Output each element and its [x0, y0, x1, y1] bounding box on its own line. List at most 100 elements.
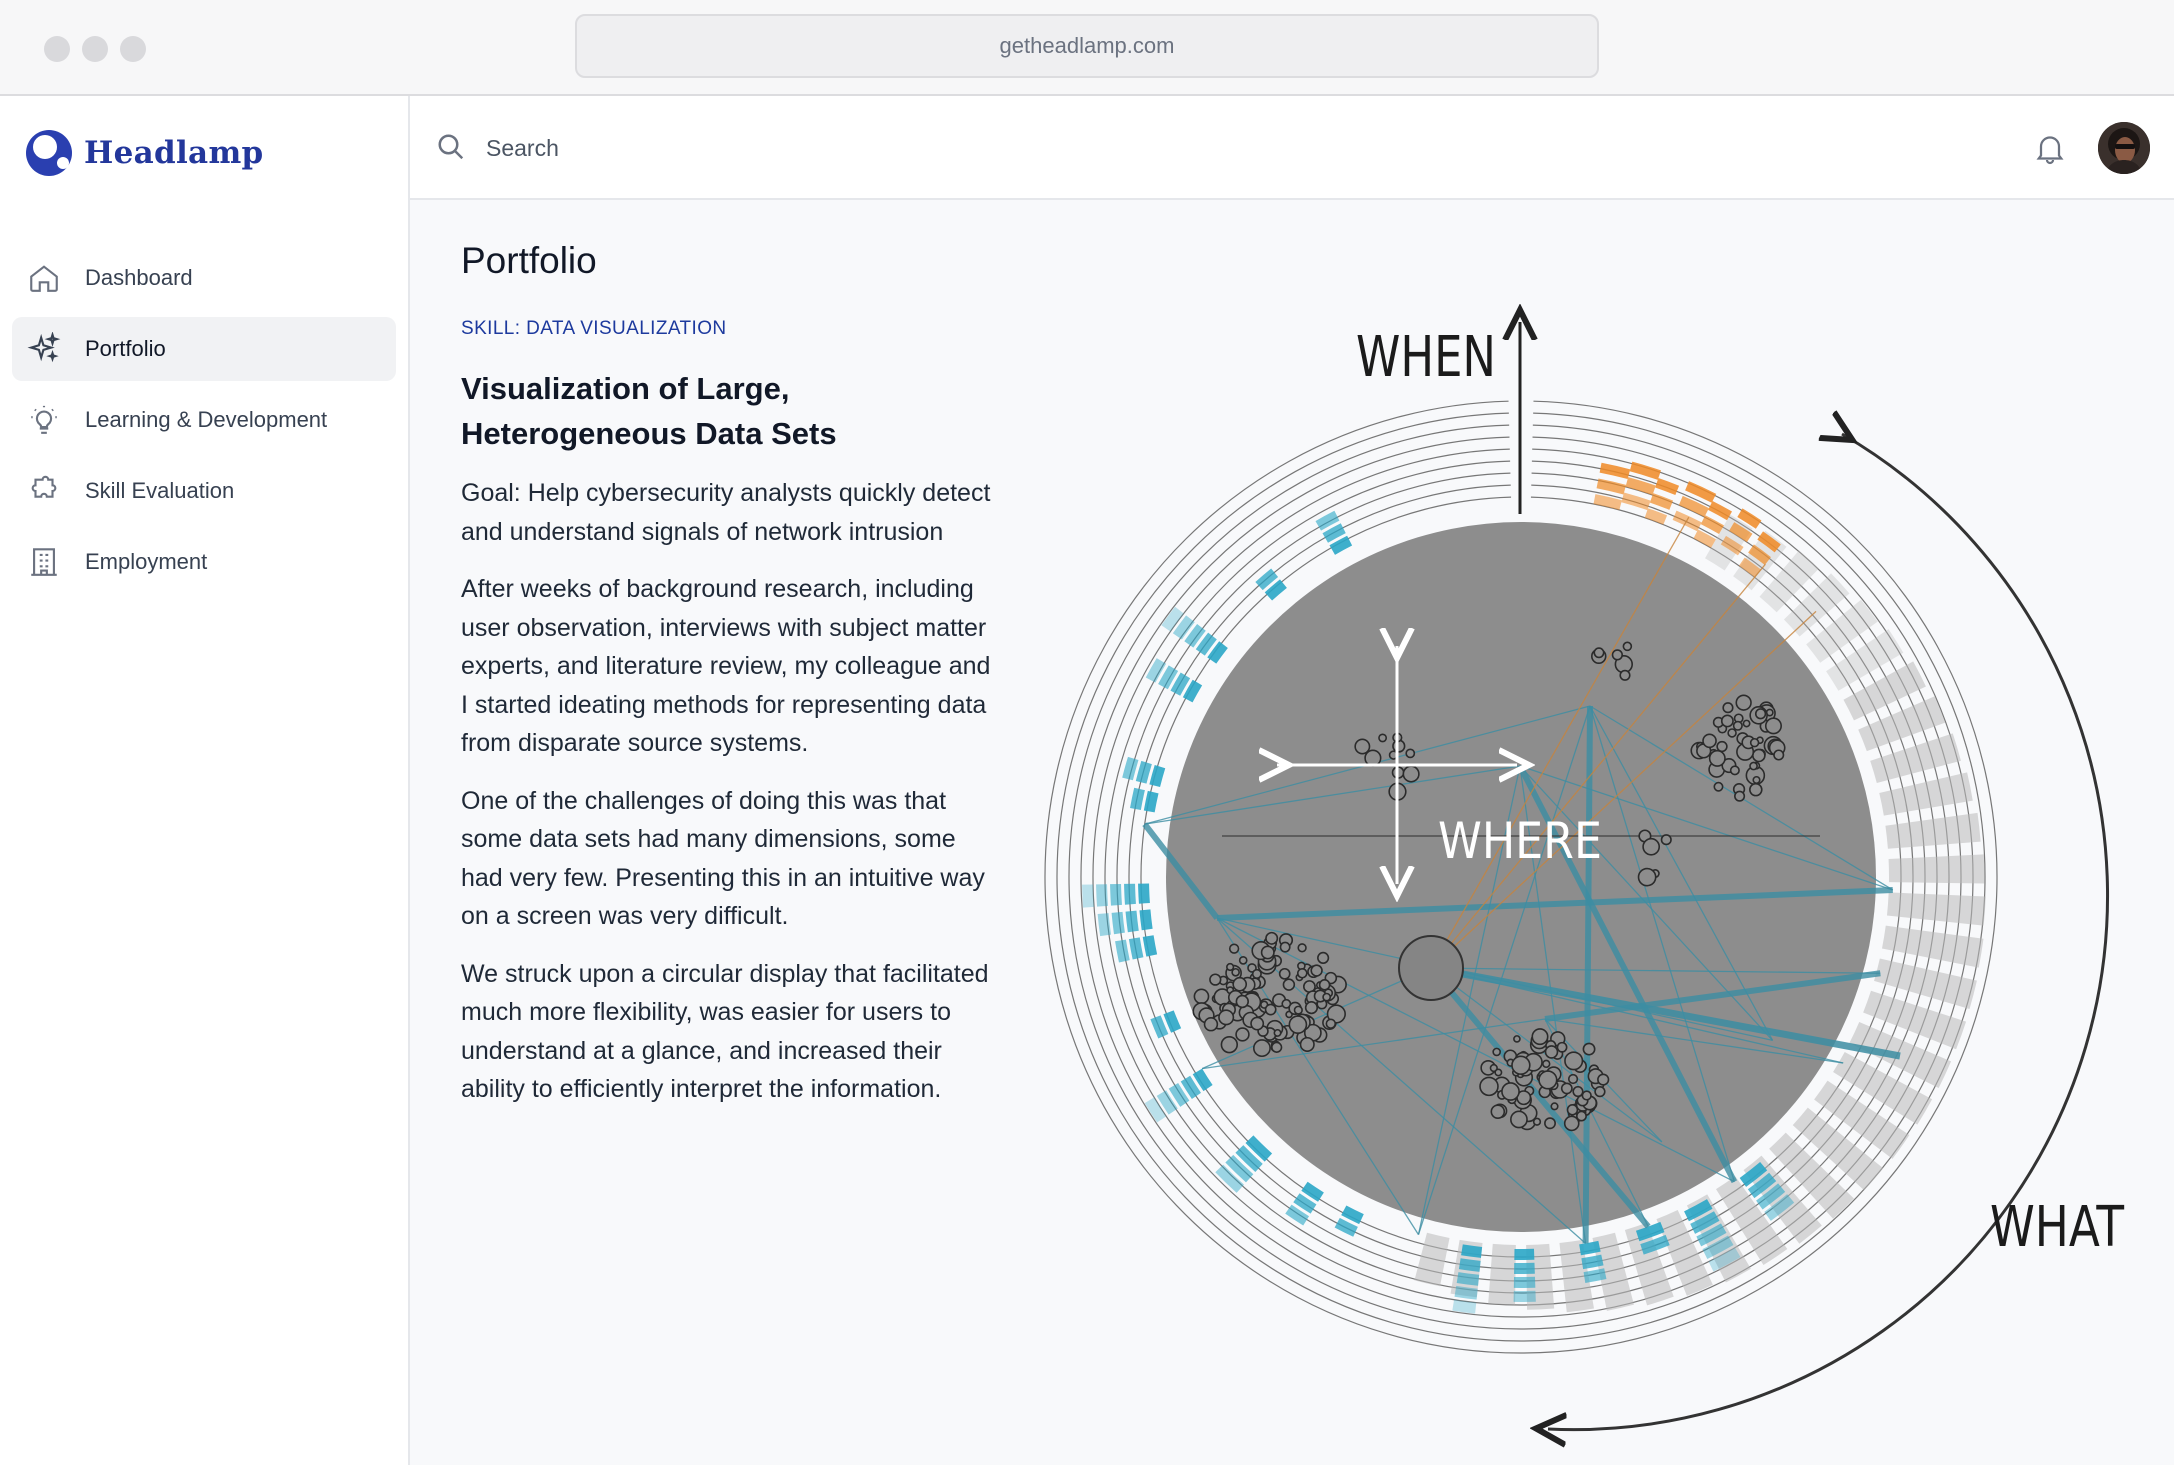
network-node: [1492, 1047, 1501, 1057]
network-node: [1494, 1068, 1503, 1077]
network-node: [1501, 1082, 1520, 1101]
network-node: [1556, 1041, 1568, 1053]
orange-segment: [1625, 477, 1656, 496]
network-node: [1727, 728, 1737, 738]
sidebar-item-portfolio[interactable]: Portfolio: [12, 317, 396, 381]
network-node: [1542, 1059, 1551, 1069]
network-node: [1402, 765, 1420, 783]
sidebar-item-learning-development[interactable]: Learning & Development: [12, 388, 396, 452]
network-node: [1749, 737, 1760, 748]
window-minimize-dot[interactable]: [82, 36, 108, 62]
blue-segment: [1128, 937, 1144, 960]
blue-segment: [1122, 756, 1139, 781]
search-icon: [438, 134, 464, 160]
network-node: [1581, 1090, 1592, 1101]
network-node: [1318, 979, 1331, 991]
network-node: [1732, 720, 1743, 731]
network-node: [1560, 1082, 1573, 1095]
bell-icon[interactable]: [2032, 130, 2068, 166]
blue-segment: [1149, 765, 1166, 788]
gray-segment: [1881, 925, 1984, 968]
network-node: [1594, 1085, 1606, 1098]
network-node: [1532, 1117, 1542, 1126]
top-bar: [410, 96, 2174, 200]
network-node: [1550, 1102, 1559, 1111]
sidebar-item-employment[interactable]: Employment: [12, 530, 396, 594]
network-node: [1354, 738, 1371, 755]
network-node: [1238, 956, 1248, 965]
blue-segment: [1111, 911, 1125, 935]
network-node: [1209, 973, 1222, 986]
blue-segment: [1135, 760, 1152, 784]
blue-segment: [1513, 1290, 1536, 1302]
network-node: [1296, 967, 1308, 979]
blue-segment: [1096, 884, 1109, 907]
network-node: [1490, 1104, 1506, 1119]
puzzle-icon: [26, 473, 62, 509]
address-bar[interactable]: getheadlamp.com: [575, 14, 1599, 78]
network-node: [1297, 943, 1307, 953]
window-maximize-dot[interactable]: [120, 36, 146, 62]
search-input[interactable]: [486, 126, 1086, 170]
network-node: [1288, 1015, 1308, 1034]
network-node: [1708, 749, 1726, 767]
network-node: [1637, 867, 1657, 887]
network-node: [1235, 994, 1249, 1009]
headlamp-logo[interactable]: Headlamp: [24, 126, 264, 180]
network-node: [1660, 834, 1672, 846]
blue-segment: [1143, 790, 1159, 813]
network-node: [1735, 694, 1752, 711]
network-node: [1702, 733, 1717, 749]
network-node: [1729, 765, 1740, 776]
orange-segment: [1599, 462, 1631, 480]
network-node: [1203, 1017, 1219, 1032]
window-close-dot[interactable]: [44, 36, 70, 62]
user-avatar[interactable]: [2098, 122, 2150, 174]
network-node: [1378, 733, 1388, 743]
network-node: [1405, 748, 1416, 759]
gray-segment: [1888, 854, 1985, 884]
network-node: [1231, 967, 1240, 977]
network-node: [1611, 649, 1624, 661]
network-node: [1278, 967, 1291, 980]
network-node: [1398, 935, 1464, 1001]
network-node: [1226, 962, 1235, 972]
network-node: [1622, 641, 1633, 652]
sidebar-item-label: Skill Evaluation: [85, 478, 235, 503]
network-node: [1749, 782, 1763, 797]
sidebar-nav: Dashboard Portfolio Learning & Developme…: [12, 246, 396, 601]
sidebar-item-label: Portfolio: [85, 336, 166, 361]
network-node: [1716, 740, 1728, 753]
home-icon: [26, 260, 62, 296]
gray-segment: [1886, 892, 1986, 926]
network-node: [1511, 1055, 1531, 1075]
sidebar-item-label: Learning & Development: [85, 407, 328, 432]
network-node: [1593, 647, 1605, 659]
orange-segment: [1655, 477, 1680, 496]
blue-segment: [1082, 884, 1095, 908]
network-node: [1752, 775, 1761, 785]
network-node: [1253, 1039, 1271, 1058]
description-paragraph: We struck upon a circular display that f…: [461, 959, 989, 1104]
building-icon: [26, 544, 62, 580]
network-node: [1619, 669, 1631, 681]
blue-segment: [1513, 1276, 1536, 1288]
gray-segment: [1414, 1232, 1450, 1287]
project-title-line: Visualization of Large,: [461, 371, 790, 406]
skill-tag[interactable]: SKILL: DATA VISUALIZATION: [461, 318, 727, 340]
blue-segment: [1110, 883, 1122, 906]
what-label: WHAT: [1990, 1195, 2125, 1260]
network-node: [1582, 1042, 1596, 1056]
network-node: [1250, 1016, 1265, 1031]
sidebar-item-dashboard[interactable]: Dashboard: [12, 246, 396, 310]
network-node: [1713, 781, 1724, 792]
network-node: [1597, 1073, 1610, 1086]
project-title-line: Heterogeneous Data Sets: [461, 416, 837, 451]
blue-segment: [1124, 883, 1136, 905]
blue-segment: [1514, 1248, 1535, 1260]
gray-segment: [1879, 772, 1973, 816]
sidebar-item-skill-evaluation[interactable]: Skill Evaluation: [12, 459, 396, 523]
blue-segment: [1125, 910, 1139, 933]
network-node: [1228, 943, 1240, 954]
network-node: [1325, 1018, 1337, 1029]
